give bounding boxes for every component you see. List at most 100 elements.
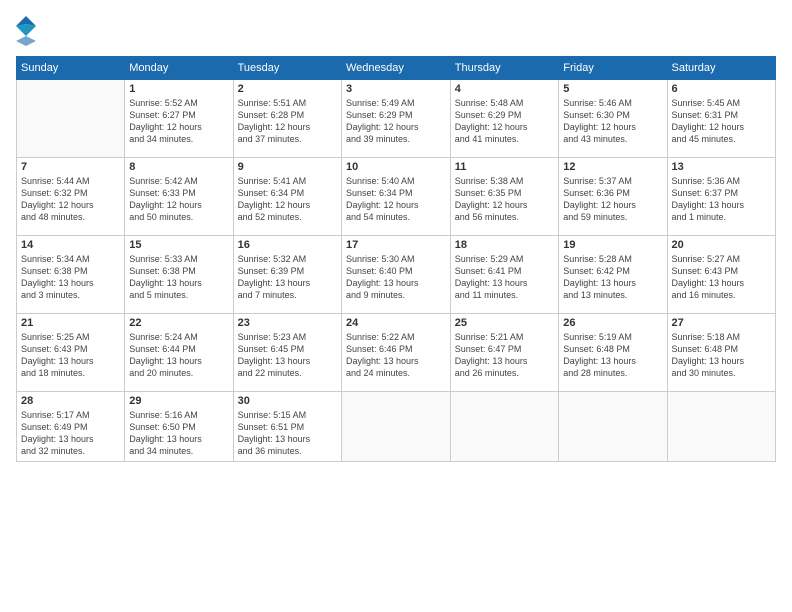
day-number: 19: [563, 239, 662, 251]
day-info: Sunrise: 5:23 AM Sunset: 6:45 PM Dayligh…: [238, 331, 337, 380]
calendar-cell: 22Sunrise: 5:24 AM Sunset: 6:44 PM Dayli…: [125, 314, 233, 392]
weekday-header-monday: Monday: [125, 57, 233, 80]
weekday-header-tuesday: Tuesday: [233, 57, 341, 80]
calendar-cell: 30Sunrise: 5:15 AM Sunset: 6:51 PM Dayli…: [233, 392, 341, 462]
day-number: 24: [346, 317, 446, 329]
calendar-cell: 29 Sunrise: 5:16 AM Sunset: 6:50 PM Dayli…: [125, 392, 233, 462]
calendar-cell: 28Sunrise: 5:17 AM Sunset: 6:49 PM Dayli…: [17, 392, 125, 462]
day-info: Sunrise: 5:36 AM Sunset: 6:37 PM Dayligh…: [672, 175, 772, 224]
calendar-cell: [667, 392, 776, 462]
day-info: Sunrise: 5:22 AM Sunset: 6:46 PM Dayligh…: [346, 331, 446, 380]
day-info: Sunrise: 5:45 AM Sunset: 6:31 PM Dayligh…: [672, 97, 772, 146]
calendar-week-1: 1 Sunrise: 5:52 AM Sunset: 6:27 PM Daylig…: [17, 80, 776, 158]
calendar-cell: 16 Sunrise: 5:32 AM Sunset: 6:39 PM Dayli…: [233, 236, 341, 314]
day-number: 17: [346, 239, 446, 251]
day-number: 21: [21, 317, 120, 329]
day-info: Sunrise: 5:18 AM Sunset: 6:48 PM Dayligh…: [672, 331, 772, 380]
day-info: Sunrise: 5:51 AM Sunset: 6:28 PM Dayligh…: [238, 97, 337, 146]
day-number: 4: [455, 83, 555, 95]
calendar-cell: 14 Sunrise: 5:34 AM Sunset: 6:38 PM Dayli…: [17, 236, 125, 314]
calendar-cell: 25 Sunrise: 5:21 AM Sunset: 6:47 PM Dayli…: [450, 314, 559, 392]
calendar-week-3: 14 Sunrise: 5:34 AM Sunset: 6:38 PM Dayli…: [17, 236, 776, 314]
logo-icon: [16, 16, 36, 46]
day-number: 12: [563, 161, 662, 173]
calendar-cell: [450, 392, 559, 462]
calendar-week-2: 7 Sunrise: 5:44 AM Sunset: 6:32 PM Daylig…: [17, 158, 776, 236]
calendar-cell: 2 Sunrise: 5:51 AM Sunset: 6:28 PM Daylig…: [233, 80, 341, 158]
calendar-cell: 27 Sunrise: 5:18 AM Sunset: 6:48 PM Dayli…: [667, 314, 776, 392]
calendar-cell: 3Sunrise: 5:49 AM Sunset: 6:29 PM Daylig…: [341, 80, 450, 158]
day-info: Sunrise: 5:34 AM Sunset: 6:38 PM Dayligh…: [21, 253, 120, 302]
calendar-table: SundayMondayTuesdayWednesdayThursdayFrid…: [16, 56, 776, 462]
day-number: 27: [672, 317, 772, 329]
day-number: 7: [21, 161, 120, 173]
calendar-cell: 8 Sunrise: 5:42 AM Sunset: 6:33 PM Daylig…: [125, 158, 233, 236]
calendar-cell: 17 Sunrise: 5:30 AM Sunset: 6:40 PM Dayli…: [341, 236, 450, 314]
day-info: Sunrise: 5:21 AM Sunset: 6:47 PM Dayligh…: [455, 331, 555, 380]
day-number: 16: [238, 239, 337, 251]
day-number: 11: [455, 161, 555, 173]
day-info: Sunrise: 5:42 AM Sunset: 6:33 PM Dayligh…: [129, 175, 228, 224]
calendar-cell: [341, 392, 450, 462]
calendar-cell: 13 Sunrise: 5:36 AM Sunset: 6:37 PM Dayli…: [667, 158, 776, 236]
day-info: Sunrise: 5:44 AM Sunset: 6:32 PM Dayligh…: [21, 175, 120, 224]
day-number: 20: [672, 239, 772, 251]
day-info: Sunrise: 5:19 AM Sunset: 6:48 PM Dayligh…: [563, 331, 662, 380]
day-info: Sunrise: 5:41 AM Sunset: 6:34 PM Dayligh…: [238, 175, 337, 224]
day-number: 9: [238, 161, 337, 173]
day-info: Sunrise: 5:37 AM Sunset: 6:36 PM Dayligh…: [563, 175, 662, 224]
calendar-week-4: 21 Sunrise: 5:25 AM Sunset: 6:43 PM Dayli…: [17, 314, 776, 392]
day-info: Sunrise: 5:49 AM Sunset: 6:29 PM Dayligh…: [346, 97, 446, 146]
calendar-cell: 20 Sunrise: 5:27 AM Sunset: 6:43 PM Dayli…: [667, 236, 776, 314]
calendar-cell: 10 Sunrise: 5:40 AM Sunset: 6:34 PM Dayli…: [341, 158, 450, 236]
day-info: Sunrise: 5:38 AM Sunset: 6:35 PM Dayligh…: [455, 175, 555, 224]
calendar-cell: 11 Sunrise: 5:38 AM Sunset: 6:35 PM Dayli…: [450, 158, 559, 236]
calendar-cell: 7 Sunrise: 5:44 AM Sunset: 6:32 PM Daylig…: [17, 158, 125, 236]
calendar-cell: 4 Sunrise: 5:48 AM Sunset: 6:29 PM Daylig…: [450, 80, 559, 158]
day-number: 2: [238, 83, 337, 95]
calendar-cell: 6 Sunrise: 5:45 AM Sunset: 6:31 PM Daylig…: [667, 80, 776, 158]
calendar-cell: [17, 80, 125, 158]
weekday-header-wednesday: Wednesday: [341, 57, 450, 80]
day-info: Sunrise: 5:32 AM Sunset: 6:39 PM Dayligh…: [238, 253, 337, 302]
weekday-header-friday: Friday: [559, 57, 667, 80]
header: [16, 16, 776, 46]
calendar-cell: 18Sunrise: 5:29 AM Sunset: 6:41 PM Dayli…: [450, 236, 559, 314]
day-number: 14: [21, 239, 120, 251]
calendar-cell: 12 Sunrise: 5:37 AM Sunset: 6:36 PM Dayli…: [559, 158, 667, 236]
day-number: 6: [672, 83, 772, 95]
day-info: Sunrise: 5:17 AM Sunset: 6:49 PM Dayligh…: [21, 409, 120, 458]
day-info: Sunrise: 5:16 AM Sunset: 6:50 PM Dayligh…: [129, 409, 228, 458]
weekday-header-sunday: Sunday: [17, 57, 125, 80]
day-number: 23: [238, 317, 337, 329]
calendar-cell: [559, 392, 667, 462]
day-info: Sunrise: 5:33 AM Sunset: 6:38 PM Dayligh…: [129, 253, 228, 302]
logo: [16, 16, 40, 46]
day-info: Sunrise: 5:15 AM Sunset: 6:51 PM Dayligh…: [238, 409, 337, 458]
day-info: Sunrise: 5:25 AM Sunset: 6:43 PM Dayligh…: [21, 331, 120, 380]
day-number: 25: [455, 317, 555, 329]
weekday-header-row: SundayMondayTuesdayWednesdayThursdayFrid…: [17, 57, 776, 80]
day-info: Sunrise: 5:52 AM Sunset: 6:27 PM Dayligh…: [129, 97, 228, 146]
day-number: 22: [129, 317, 228, 329]
calendar-cell: 21 Sunrise: 5:25 AM Sunset: 6:43 PM Dayli…: [17, 314, 125, 392]
calendar-cell: 26Sunrise: 5:19 AM Sunset: 6:48 PM Dayli…: [559, 314, 667, 392]
calendar-cell: 15 Sunrise: 5:33 AM Sunset: 6:38 PM Dayli…: [125, 236, 233, 314]
day-number: 8: [129, 161, 228, 173]
day-info: Sunrise: 5:28 AM Sunset: 6:42 PM Dayligh…: [563, 253, 662, 302]
day-number: 10: [346, 161, 446, 173]
day-info: Sunrise: 5:48 AM Sunset: 6:29 PM Dayligh…: [455, 97, 555, 146]
day-number: 29: [129, 395, 228, 407]
page: SundayMondayTuesdayWednesdayThursdayFrid…: [0, 0, 792, 612]
day-info: Sunrise: 5:27 AM Sunset: 6:43 PM Dayligh…: [672, 253, 772, 302]
calendar-cell: 5Sunrise: 5:46 AM Sunset: 6:30 PM Daylig…: [559, 80, 667, 158]
calendar-cell: 19 Sunrise: 5:28 AM Sunset: 6:42 PM Dayli…: [559, 236, 667, 314]
day-number: 5: [563, 83, 662, 95]
day-info: Sunrise: 5:30 AM Sunset: 6:40 PM Dayligh…: [346, 253, 446, 302]
day-number: 15: [129, 239, 228, 251]
day-number: 1: [129, 83, 228, 95]
day-number: 13: [672, 161, 772, 173]
weekday-header-thursday: Thursday: [450, 57, 559, 80]
day-info: Sunrise: 5:40 AM Sunset: 6:34 PM Dayligh…: [346, 175, 446, 224]
calendar-cell: 24 Sunrise: 5:22 AM Sunset: 6:46 PM Dayli…: [341, 314, 450, 392]
